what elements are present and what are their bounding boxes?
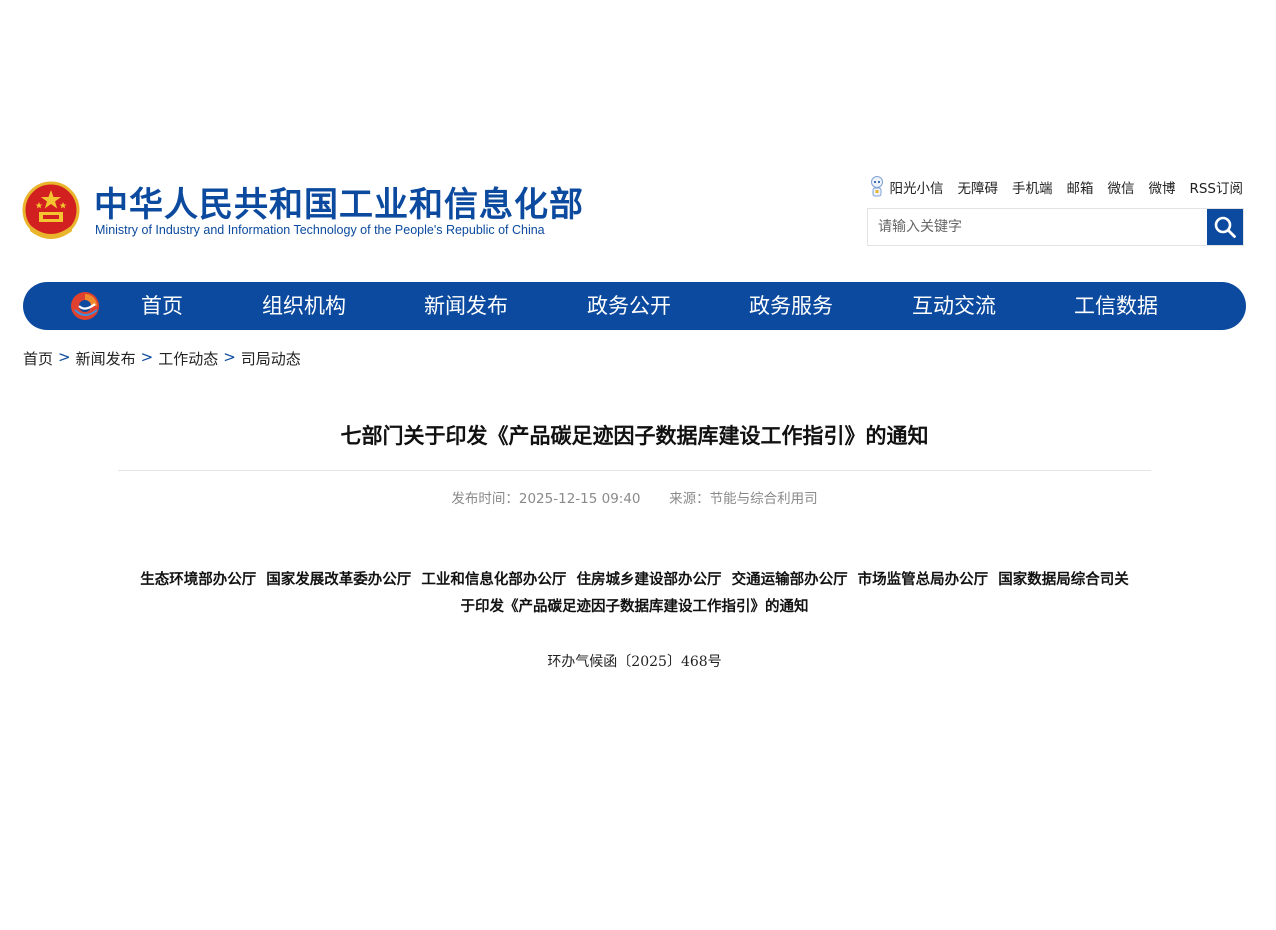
miit-logo-icon[interactable]: [69, 290, 101, 322]
nav-item-government-affairs[interactable]: 政务公开: [587, 282, 671, 330]
article-source: 来源：节能与综合利用司: [669, 491, 818, 507]
top-link-rss[interactable]: RSS订阅: [1189, 177, 1243, 197]
article-title: 七部门关于印发《产品碳足迹因子数据库建设工作指引》的通知: [340, 424, 929, 448]
breadcrumb-work-updates[interactable]: 工作动态: [158, 348, 218, 369]
document-number: 环办气候函〔2025〕468号: [547, 654, 722, 670]
top-link-weibo[interactable]: 微博: [1148, 177, 1175, 197]
breadcrumb-news[interactable]: 新闻发布: [76, 348, 136, 369]
national-emblem-icon[interactable]: [22, 181, 80, 243]
nav-item-government-services[interactable]: 政务服务: [749, 282, 833, 330]
top-links: 阳光小信 无障碍 手机端 邮箱 微信 微博 RSS订阅: [869, 175, 1243, 199]
nav-item-data[interactable]: 工信数据: [1074, 282, 1158, 330]
breadcrumb-separator: >: [58, 348, 71, 366]
search-box: [867, 208, 1244, 246]
breadcrumb-separator: >: [140, 348, 154, 366]
top-link-accessibility[interactable]: 无障碍: [957, 177, 998, 197]
top-link-mobile[interactable]: 手机端: [1012, 177, 1053, 197]
body-heading-line: 生态环境部办公厅 国家发展改革委办公厅 工业和信息化部办公厅 住房城乡建设部办公…: [140, 571, 1129, 588]
article-body-heading: 生态环境部办公厅 国家发展改革委办公厅 工业和信息化部办公厅 住房城乡建设部办公…: [118, 566, 1151, 620]
breadcrumb-home[interactable]: 首页: [23, 348, 53, 369]
breadcrumb: 首页 > 新闻发布 > 工作动态 > 司局动态: [23, 348, 301, 369]
nav-item-organization[interactable]: 组织机构: [262, 282, 346, 330]
main-nav: 首页 组织机构 新闻发布 政务公开 政务服务 互动交流 工信数据: [23, 282, 1246, 330]
publish-time: 发布时间：2025-12-15 09:40: [451, 491, 641, 507]
search-input[interactable]: [868, 209, 1207, 245]
site-name-cn[interactable]: 中华人民共和国工业和信息化部: [94, 185, 584, 225]
title-divider: [118, 470, 1151, 471]
breadcrumb-separator: >: [223, 348, 236, 366]
top-link-mailbox[interactable]: 邮箱: [1066, 177, 1093, 197]
search-icon: [1214, 216, 1236, 238]
nav-item-home[interactable]: 首页: [141, 282, 183, 330]
robot-icon: [871, 176, 884, 197]
top-link-wechat[interactable]: 微信: [1107, 177, 1134, 197]
site-header: 中华人民共和国工业和信息化部 Ministry of Industry and …: [0, 160, 1276, 260]
breadcrumb-department-updates[interactable]: 司局动态: [241, 348, 301, 369]
body-heading-line: 于印发《产品碳足迹因子数据库建设工作指引》的通知: [460, 598, 809, 615]
nav-item-news[interactable]: 新闻发布: [424, 282, 508, 330]
site-name-en[interactable]: Ministry of Industry and Information Tec…: [95, 223, 545, 237]
nav-item-interaction[interactable]: 互动交流: [912, 282, 996, 330]
article-meta: 发布时间：2025-12-15 09:40 来源：节能与综合利用司: [118, 487, 1151, 507]
top-link-sunshine-xiaoxin[interactable]: 阳光小信: [869, 175, 943, 199]
top-link-label: 阳光小信: [889, 181, 944, 197]
search-button[interactable]: [1207, 209, 1243, 245]
